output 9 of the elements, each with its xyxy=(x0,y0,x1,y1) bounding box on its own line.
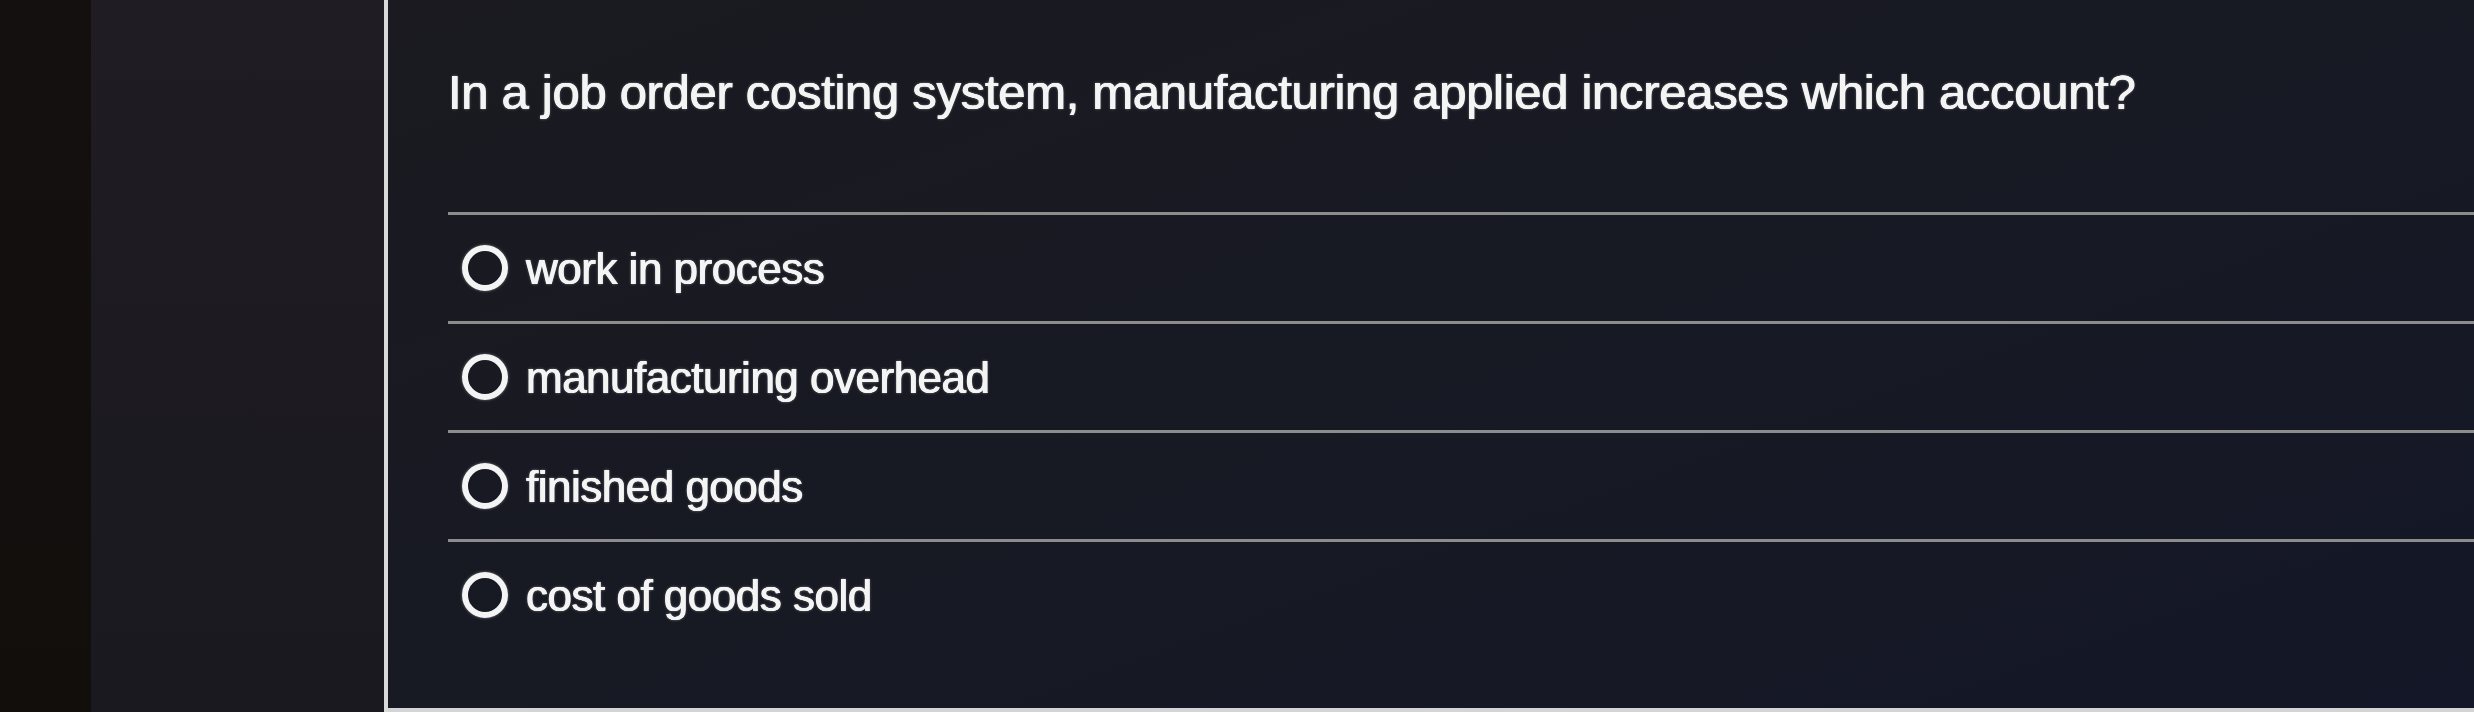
option-label[interactable]: work in process xyxy=(526,241,825,295)
radio-button[interactable] xyxy=(462,463,508,509)
question-text: In a job order costing system, manufacturing applied increases which account? xyxy=(448,64,2136,121)
option-label[interactable]: cost of goods sold xyxy=(526,568,872,622)
option-label[interactable]: finished goods xyxy=(526,459,803,513)
option-label[interactable]: manufacturing overhead xyxy=(526,350,990,404)
radio-button[interactable] xyxy=(462,245,508,291)
radio-button[interactable] xyxy=(462,572,508,618)
radio-button[interactable] xyxy=(462,354,508,400)
